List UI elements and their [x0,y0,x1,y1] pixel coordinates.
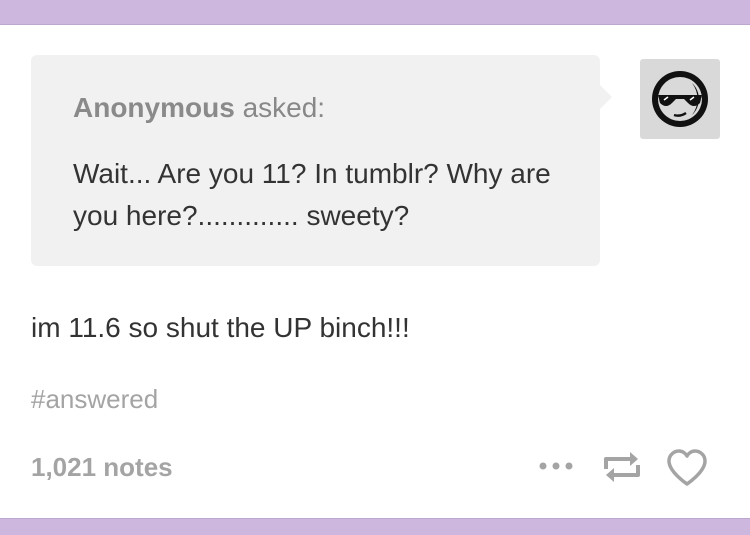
blog-avatar[interactable] [640,59,720,139]
reblog-icon[interactable] [602,449,642,485]
post-tag[interactable]: #answered [31,382,158,416]
bottom-border-band [0,518,750,535]
question-text: Wait... Are you 11? In tumblr? Why are y… [73,158,551,231]
asker-name[interactable]: Anonymous [73,92,235,123]
sunglasses-face-icon [652,71,708,127]
notes-count[interactable]: 1,021 notes [31,450,173,484]
asker-line: Anonymous asked: [73,91,558,125]
ask-bubble: Anonymous asked: Wait... Are you 11? In … [31,55,612,266]
answer-text: im 11.6 so shut the UP binch!!! [31,312,410,343]
more-options-icon[interactable] [537,456,577,476]
heart-icon[interactable] [666,449,708,487]
asked-label: asked: [242,92,326,123]
top-border-band [0,0,750,25]
